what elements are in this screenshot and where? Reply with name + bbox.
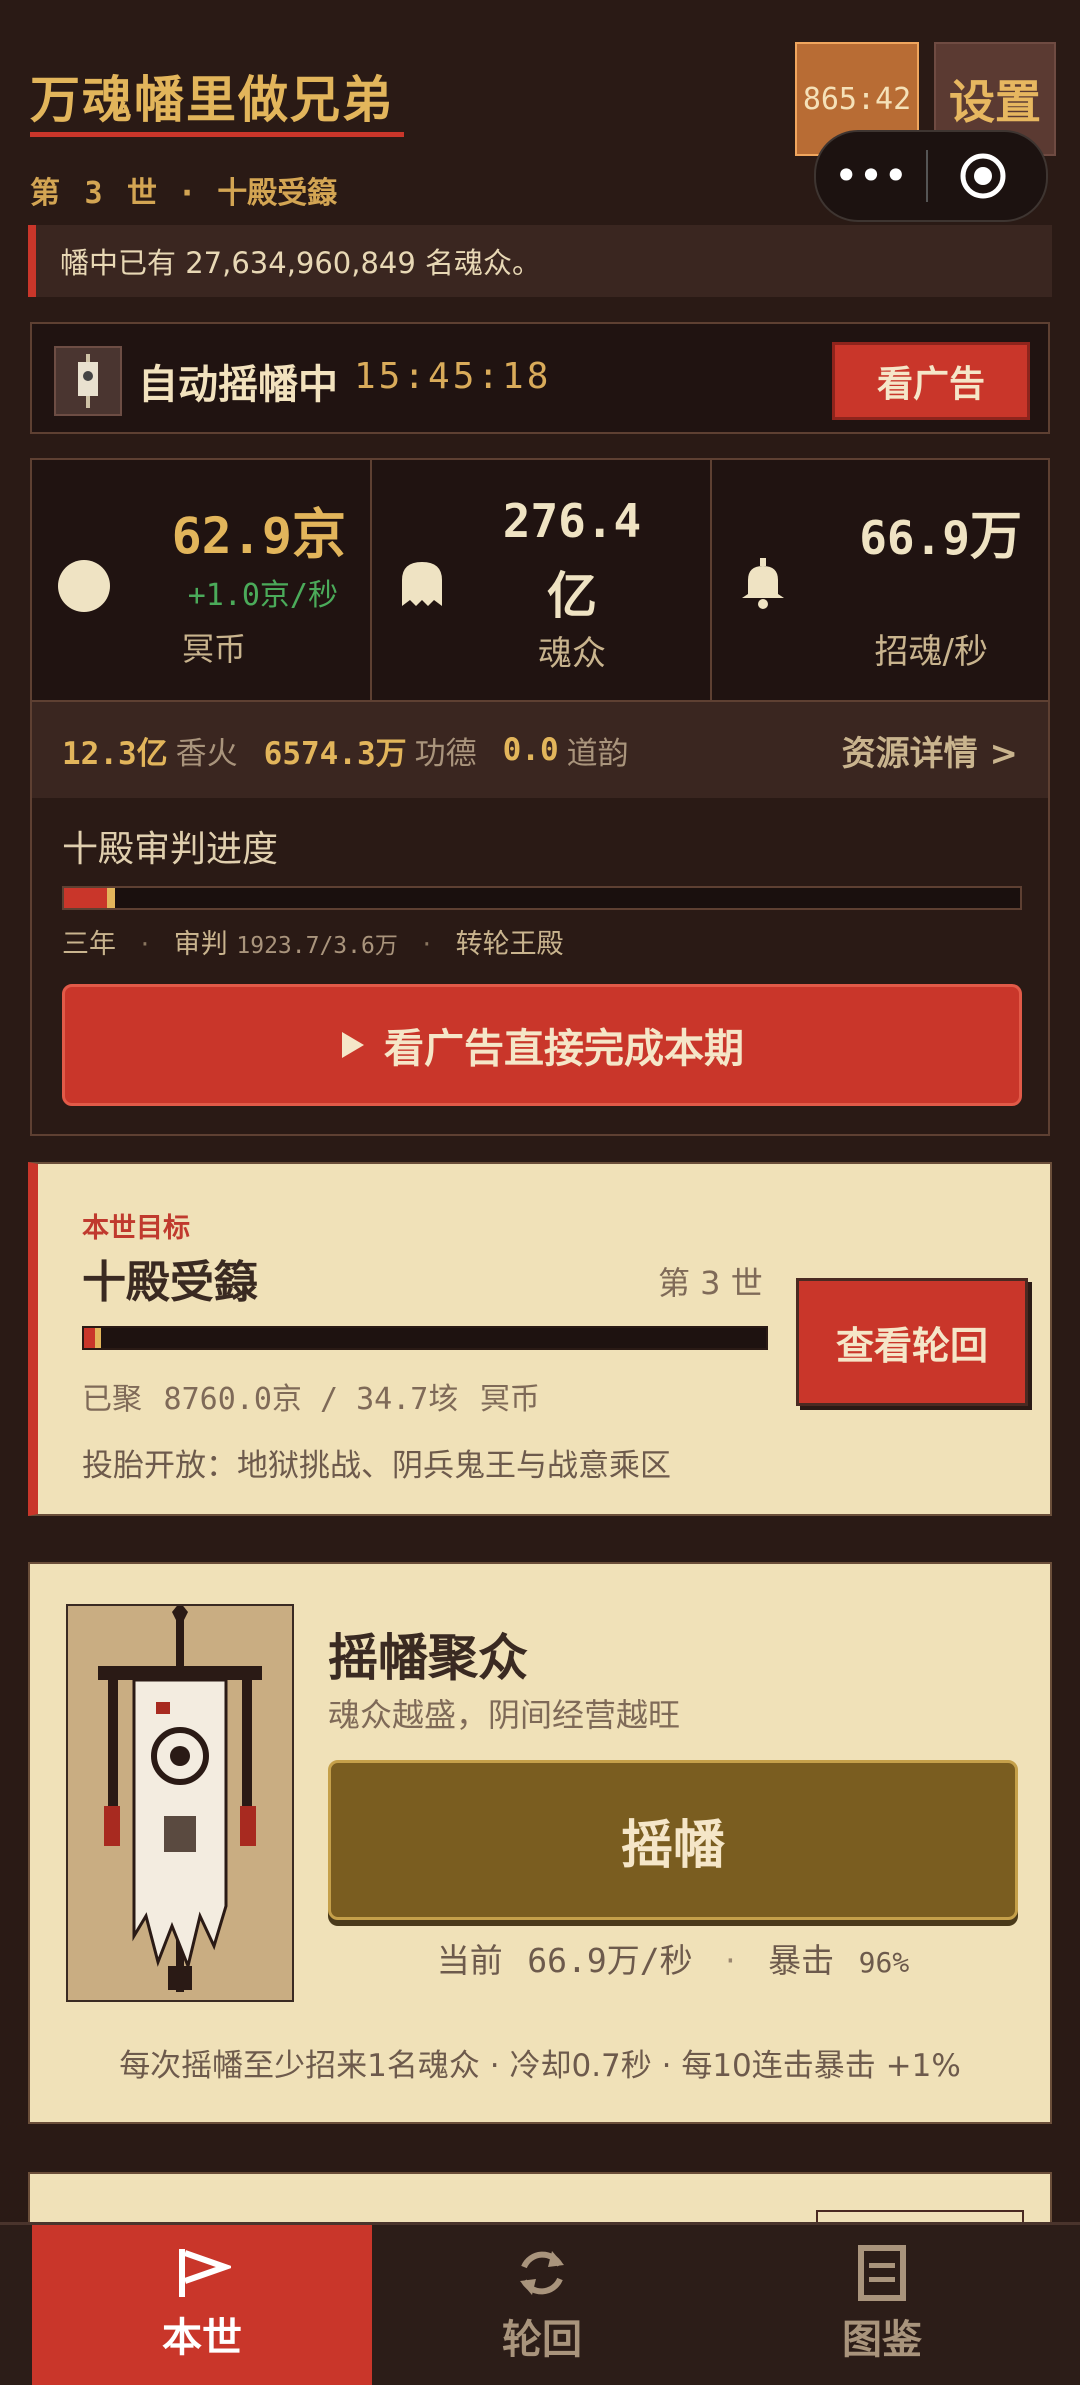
summon-card: 摇幡聚众 魂众越盛，阴间经营越旺 摇幡 当前 66.9万/秒 · 暴击 96% … (28, 1562, 1052, 2124)
miniprogram-capsule: ••• (814, 130, 1048, 222)
goal-generation: 第 3 世 (658, 1264, 763, 1302)
coin-rate: +1.0京/秒 (187, 578, 338, 613)
ghost-icon (400, 560, 444, 612)
generation-subtitle: 第 3 世 · 十殿受籙 (30, 168, 337, 212)
stats-grid: 62.9京 +1.0京/秒 冥币 276.4 亿 魂众 66.9万 招魂/秒 (30, 458, 1050, 702)
summon-rate-number: 66.9 (859, 511, 970, 565)
judgement-trial-value: 1923.7/3.6万 (236, 933, 398, 959)
resource-row: 12.3亿 香火 6574.3万 功德 0.0 道韵 资源详情 > (30, 702, 1050, 798)
rates-sep: · (725, 1941, 736, 1980)
coin-number: 62.9 (171, 507, 292, 565)
shake-banner-button[interactable]: 摇幡 (328, 1760, 1018, 1920)
souls-number: 276.4 (502, 494, 642, 548)
banner-thumbnail-icon (54, 346, 122, 416)
title-underline (30, 132, 404, 137)
current-value: 66.9万/秒 (527, 1941, 693, 1980)
summon-rate-label: 招魂/秒 (874, 632, 988, 672)
bell-icon (740, 556, 786, 614)
tab-atlas[interactable]: 图鉴 (712, 2225, 1052, 2385)
soul-banner-icon (98, 1602, 262, 1992)
incense-label: 香火 (175, 735, 238, 772)
goal-currency: 冥币 (479, 1382, 540, 1417)
judgement-hall: 转轮王殿 (455, 929, 564, 960)
stat-summon-rate: 66.9万 招魂/秒 (712, 460, 1048, 700)
merit-value: 6574.3万 (263, 735, 407, 772)
summon-rate-unit: 万 (969, 507, 1022, 567)
souls-label: 魂众 (538, 634, 606, 674)
dao-label: 道韵 (566, 735, 629, 772)
crit-value: 96% (858, 1946, 910, 1979)
flag-icon (179, 2249, 231, 2297)
watch-ad-button[interactable]: 看广告 (832, 342, 1030, 420)
tab-cycle[interactable]: 轮回 (372, 2225, 712, 2385)
goal-card: 本世目标 十殿受籙 第 3 世 已聚 8760.0京 / 34.7垓 冥币 投胎… (28, 1162, 1052, 1516)
generation-number: 3 (84, 176, 103, 211)
crit-label: 暴击 (768, 1941, 835, 1980)
goal-unlock-text: 投胎开放：地狱挑战、阴兵鬼王与战意乘区 (82, 1448, 671, 1484)
book-icon (858, 2245, 906, 2301)
coin-icon (58, 560, 110, 612)
summon-rate-value: 66.9万 (859, 494, 1022, 569)
goal-progress-tip (95, 1328, 101, 1348)
coin-label: 冥币 (182, 630, 247, 668)
tab-atlas-label: 图鉴 (842, 2317, 922, 2363)
app-title: 万魂幡里做兄弟 (30, 71, 394, 129)
meta-sep-2: · (422, 929, 432, 960)
refresh-icon (520, 2251, 564, 2295)
auto-shake-time: 15:45:18 (354, 356, 552, 397)
tab-current-life-label: 本世 (162, 2315, 242, 2361)
souls-unit: 亿 (547, 567, 597, 625)
summon-subtitle: 魂众越盛，阴间经营越旺 (328, 1696, 681, 1734)
coin-unit: 京 (292, 503, 346, 566)
summon-footnote: 每次摇幡至少招来1名魂众 · 冷却0.7秒 · 每10连击暴击 +1% (119, 2048, 961, 2084)
judgement-title: 十殿审判进度 (62, 829, 279, 870)
goal-progress-text: 已聚 8760.0京 / 34.7垓 冥币 (82, 1374, 540, 1418)
more-icon[interactable]: ••• (816, 155, 926, 197)
goal-progress-fill (84, 1328, 95, 1348)
current-label: 当前 (436, 1941, 503, 1980)
judgement-trial-label: 审判 (173, 929, 228, 960)
judgement-progress-tip (107, 888, 115, 908)
meta-sep-1: · (140, 929, 150, 960)
stat-souls: 276.4 亿 魂众 (372, 460, 712, 700)
view-cycle-button[interactable]: 查看轮回 (796, 1278, 1028, 1406)
judgement-progress-fill (64, 888, 107, 908)
bottom-tab-bar: 本世 轮回 图鉴 (0, 2222, 1080, 2385)
generation-prefix: 第 (30, 176, 60, 211)
judgement-period: 三年 (62, 929, 116, 960)
goal-kicker: 本世目标 (82, 1213, 190, 1244)
judgement-progress-bar (62, 886, 1022, 910)
summon-title: 摇幡聚众 (328, 1629, 528, 1687)
watch-ad-complete-button[interactable]: 看广告直接完成本期 (62, 984, 1022, 1106)
judgement-meta: 三年 · 审判 1923.7/3.6万 · 转轮王殿 (62, 922, 564, 961)
soul-count-notice: 幡中已有 27,634,960,849 名魂众。 (28, 225, 1052, 297)
watch-ad-complete-label: 看广告直接完成本期 (384, 1026, 744, 1072)
merit-label: 功德 (414, 735, 477, 772)
subtitle-separator: · (181, 176, 193, 211)
play-icon (342, 1032, 364, 1058)
stage-name: 十殿受籙 (217, 176, 338, 211)
generation-suffix: 世 (126, 176, 157, 211)
soul-banner-image (66, 1602, 294, 2002)
goal-progress-bar (82, 1326, 768, 1350)
stat-coin: 62.9京 +1.0京/秒 冥币 (32, 460, 372, 700)
dao-value: 0.0 (502, 732, 559, 768)
goal-progress-prefix: 已聚 (82, 1382, 142, 1417)
close-target-icon[interactable] (928, 151, 1038, 201)
resource-details-link[interactable]: 资源详情 > (842, 726, 1018, 775)
goal-title: 十殿受籙 (82, 1257, 258, 1308)
summon-rates: 当前 66.9万/秒 · 暴击 96% (328, 1934, 1018, 1982)
incense-value: 12.3亿 (62, 735, 168, 772)
judgement-panel: 十殿审判进度 三年 · 审判 1923.7/3.6万 · 转轮王殿 看广告直接完… (30, 798, 1050, 1136)
coin-value: 62.9京 (172, 490, 346, 569)
goal-progress-value: 8760.0京 / 34.7垓 (163, 1382, 459, 1417)
notice-text: 幡中已有 27,634,960,849 名魂众。 (60, 246, 542, 280)
auto-shake-label: 自动摇幡中 (138, 362, 338, 408)
tab-cycle-label: 轮回 (502, 2317, 582, 2363)
auto-shake-bar: 自动摇幡中 15:45:18 看广告 (30, 322, 1050, 434)
tab-current-life[interactable]: 本世 (32, 2225, 372, 2385)
